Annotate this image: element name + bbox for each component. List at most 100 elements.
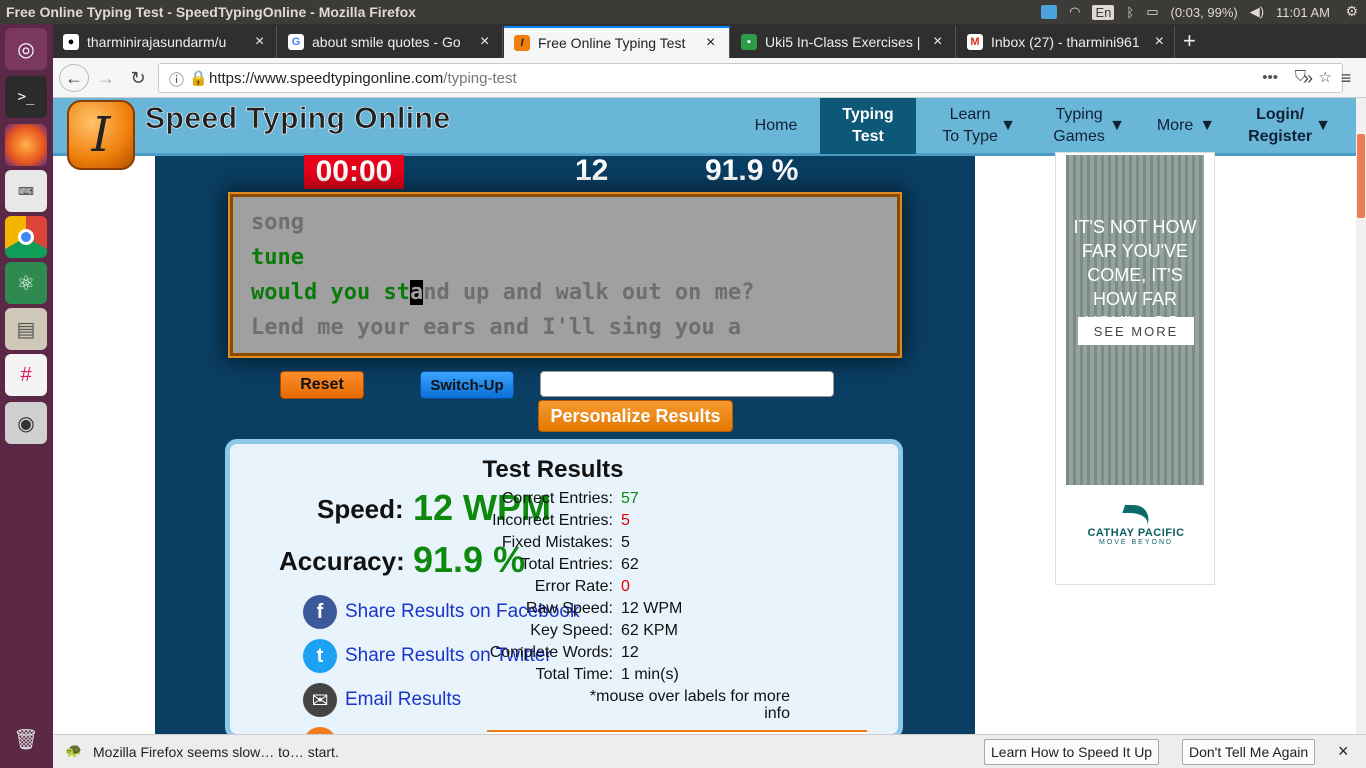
url-text[interactable]: https://www.speedtypingonline.com/typing… [209, 70, 517, 87]
info-icon[interactable]: ⓘ [169, 69, 184, 90]
close-tab-icon[interactable]: × [933, 33, 942, 51]
atom-icon[interactable]: ⚛ [5, 262, 47, 304]
page-actions-icon[interactable]: ••• [1262, 69, 1278, 86]
battery-status[interactable]: (0:03, 99%) [1171, 5, 1238, 20]
dropdown-arrow-icon: ▼ [1199, 117, 1216, 134]
classroom-icon: ▪ [741, 34, 757, 50]
text-line: song [251, 210, 304, 235]
accuracy-label: Accuracy: [279, 546, 405, 576]
ad-brand-logo[interactable]: CATHAY PACIFIC MOVE BEYOND [1056, 505, 1216, 546]
site-logo[interactable]: I [67, 100, 135, 170]
hamburger-menu-icon[interactable]: ≡ [1331, 64, 1361, 92]
tab-classroom[interactable]: ▪ Uki5 In-Class Exercises | × [731, 26, 956, 58]
tab-label: Uki5 In-Class Exercises | [765, 34, 921, 50]
close-tab-icon[interactable]: × [255, 33, 264, 51]
learn-speed-up-button[interactable]: Learn How to Speed It Up [984, 739, 1160, 765]
keyboard-app-icon[interactable]: ⌨ [5, 170, 47, 212]
typing-input[interactable] [540, 371, 834, 397]
notification-text: Mozilla Firefox seems slow… to… start. [93, 744, 339, 760]
stat-label[interactable]: Key Speed: [413, 622, 613, 640]
slow-startup-notification: 🐢 Mozilla Firefox seems slow… to… start.… [53, 734, 1366, 768]
stat-label[interactable]: Correct Entries: [413, 490, 613, 508]
bluetooth-icon[interactable]: ᛒ [1126, 5, 1134, 20]
tab-label: Inbox (27) - tharmini961 [991, 34, 1140, 50]
menu-learn-to-type[interactable]: Learn To Type ▼ [933, 98, 1023, 154]
stat-label[interactable]: Total Entries: [413, 556, 613, 574]
stat-value: 62 KPM [621, 622, 678, 639]
menu-more[interactable]: More ▼ [1151, 98, 1221, 154]
stat-value: 12 WPM [621, 600, 683, 617]
close-tab-icon[interactable]: × [1155, 33, 1164, 51]
overflow-chevron-icon[interactable]: » [1293, 64, 1323, 92]
typing-text-area[interactable]: song tune would you stand up and walk ou… [230, 194, 900, 356]
stat-label[interactable]: Total Time: [413, 666, 613, 684]
slack-icon[interactable]: # [5, 354, 47, 396]
results-title: Test Results [482, 456, 624, 483]
tab-github[interactable]: ● tharminirajasundarm/u × [53, 26, 277, 58]
firefox-icon[interactable] [5, 124, 47, 166]
menu-login-register[interactable]: Login/ Register ▼ [1243, 98, 1333, 154]
page-scrollbar[interactable] [1356, 98, 1366, 734]
stat-label[interactable]: Fixed Mistakes: [413, 534, 613, 552]
trash-icon[interactable]: 🗑 [5, 718, 47, 760]
close-tab-icon[interactable]: × [706, 34, 715, 52]
chrome-icon[interactable] [5, 216, 47, 258]
wifi-icon[interactable]: ◠ [1069, 4, 1080, 20]
reset-button[interactable]: Reset [280, 371, 364, 399]
files-icon[interactable]: ▤ [5, 308, 47, 350]
menu-label: Home [754, 117, 798, 134]
stat-value: 1 min(s) [621, 666, 679, 683]
tab-gmail[interactable]: M Inbox (27) - tharmini961 × [957, 26, 1175, 58]
clock[interactable]: 11:01 AM [1276, 5, 1330, 20]
forward-icon[interactable]: → [91, 64, 121, 92]
more-share-icon[interactable] [303, 727, 337, 734]
power-gear-icon[interactable]: ⚙ [1345, 3, 1358, 20]
test-results-panel: Test Results Speed: 12 WPM Accuracy: 91.… [225, 439, 903, 734]
stat-value: 12 [621, 644, 639, 661]
dont-tell-again-button[interactable]: Don't Tell Me Again [1182, 739, 1316, 765]
os-top-bar: Free Online Typing Test - SpeedTypingOnl… [0, 0, 1366, 24]
camera-icon[interactable]: ◉ [5, 402, 47, 444]
stat-label[interactable]: Error Rate: [413, 578, 613, 596]
stat-label[interactable]: Incorrect Entries: [413, 512, 613, 530]
email-results-link[interactable]: ✉ Email Results [303, 683, 461, 717]
url-bar[interactable]: ⓘ 🔒 https://www.speedtypingonline.com/ty… [158, 63, 1343, 93]
url-host: https://www.speedtypingonline.com [209, 70, 444, 87]
tab-speedtyping[interactable]: I Free Online Typing Test × [504, 26, 730, 58]
keyboard-layout-indicator[interactable]: En [1092, 4, 1115, 20]
menu-typing-test[interactable]: Typing Test [820, 98, 916, 154]
ubuntu-dash-icon[interactable]: ◎ [5, 28, 47, 70]
brushwing-icon [1116, 505, 1156, 527]
ad-see-more-button[interactable]: SEE MORE [1078, 317, 1194, 345]
untyped-text: nd up and walk out on me? [423, 280, 755, 305]
email-icon: ✉ [303, 683, 337, 717]
personalize-results-button[interactable]: Personalize Results [538, 400, 733, 432]
system-tray: ◠ En ᛒ ▭ (0:03, 99%) ◀) 11:01 AM [1041, 0, 1366, 24]
menu-label: Typing Games [1053, 106, 1105, 145]
scrollbar-thumb[interactable] [1357, 134, 1365, 218]
close-notification-icon[interactable]: × [1338, 741, 1349, 762]
advertisement[interactable]: IT'S NOT HOW FAR YOU'VE COME, IT'S HOW F… [1055, 152, 1215, 585]
menu-home[interactable]: Home [741, 98, 811, 154]
battery-icon[interactable]: ▭ [1146, 4, 1158, 20]
terminal-icon[interactable]: >_ [5, 76, 47, 118]
text-line: Lend me your ears and I'll sing you a [251, 315, 742, 340]
lock-icon[interactable]: 🔒 [189, 69, 208, 87]
stat-label[interactable]: Raw Speed: [413, 600, 613, 618]
web-page: Speed Typing Online Home Typing Test Lea… [53, 98, 1366, 734]
ubuntu-launcher: ◎ >_ ⌨ ⚛ ▤ # ◉ 🗑 [0, 24, 53, 768]
dropbox-icon[interactable] [1041, 5, 1058, 19]
back-icon[interactable]: ← [59, 64, 89, 92]
typing-test-panel: 00:00 12 91.9 % song tune would you stan… [155, 154, 975, 734]
menu-typing-games[interactable]: Typing Games ▼ [1047, 98, 1127, 154]
menu-label: Typing Test [842, 106, 894, 145]
stat-label[interactable]: Complete Words: [413, 644, 613, 662]
reload-icon[interactable]: ↻ [123, 64, 153, 92]
volume-icon[interactable]: ◀) [1250, 4, 1264, 20]
site-name[interactable]: Speed Typing Online [145, 102, 451, 136]
new-tab-icon[interactable]: + [1183, 28, 1196, 54]
close-tab-icon[interactable]: × [480, 33, 489, 51]
share-label: Email Results [345, 689, 462, 710]
tab-google[interactable]: G about smile quotes - Go × [278, 26, 503, 58]
switch-up-button[interactable]: Switch-Up [420, 371, 514, 399]
